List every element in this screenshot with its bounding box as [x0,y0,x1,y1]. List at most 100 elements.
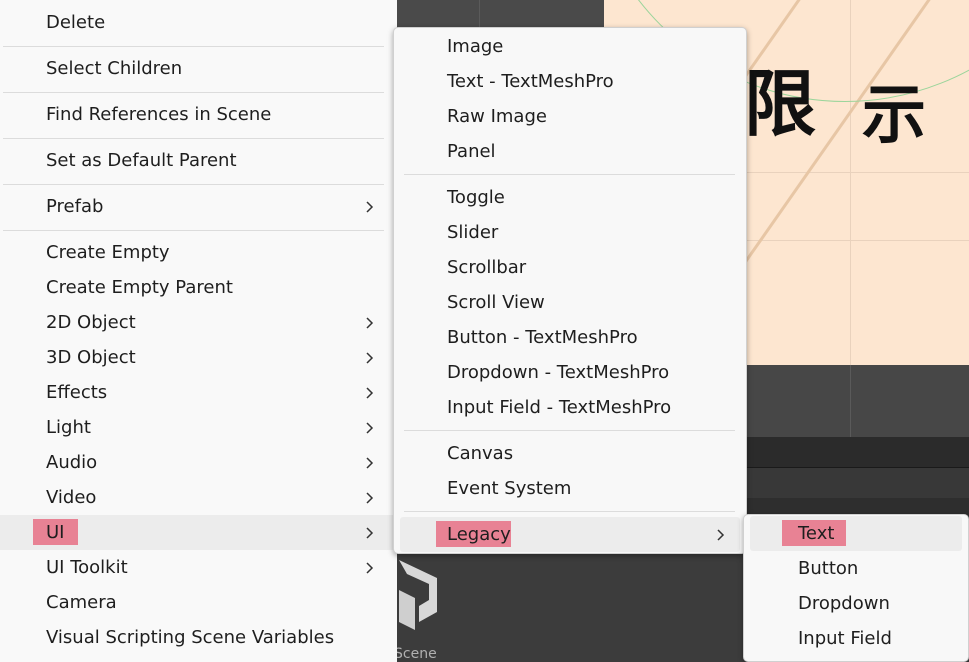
menu-item-effects[interactable]: Effects [0,375,397,410]
menu-item-3d-object[interactable]: 3D Object [0,340,397,375]
chevron-right-icon [717,517,727,552]
menu-item-slider[interactable]: Slider [394,215,746,250]
menu-item-label: Delete [46,12,106,33]
menu-item-video[interactable]: Video [0,480,397,515]
menu-item-ui[interactable]: UI [0,515,397,550]
menu-item-label: Create Empty Parent [46,277,233,298]
menu-item-label: 3D Object [46,347,136,368]
menu-item-2d-object[interactable]: 2D Object [0,305,397,340]
menu-item-label: Button [798,558,859,579]
menu-item-label: Dropdown - TextMeshPro [447,362,670,383]
menu-separator [404,511,735,512]
chevron-right-icon [366,375,376,410]
menu-item-scrollbar[interactable]: Scrollbar [394,250,746,285]
menu-item-label: Visual Scripting Scene Variables [46,627,335,648]
menu-item-create-empty[interactable]: Create Empty [0,235,397,270]
menu-item-label: Image [447,36,504,57]
menu-item-label: Set as Default Parent [46,150,237,171]
menu-item-label: Panel [447,141,496,162]
menu-separator [404,430,735,431]
menu-item-ui-toolkit[interactable]: UI Toolkit [0,550,397,585]
scene-caption: Scene [394,646,437,662]
menu-item-label: Prefab [46,196,104,217]
menu-item-label: Text [798,523,835,544]
menu-item-label: Legacy [447,524,511,545]
menu-item-legacy-button[interactable]: Button [744,551,968,586]
menu-item-label: Video [46,487,97,508]
menu-item-light[interactable]: Light [0,410,397,445]
menu-item-button-textmeshpro[interactable]: Button - TextMeshPro [394,320,746,355]
menu-item-label: Button - TextMeshPro [447,327,638,348]
chevron-right-icon [366,445,376,480]
menu-item-label: Text - TextMeshPro [447,71,614,92]
menu-item-canvas[interactable]: Canvas [394,436,746,471]
toolbar-strip [397,0,605,28]
chevron-right-icon [366,550,376,585]
menu-separator [3,92,384,93]
menu-item-visual-scripting-scene-variables[interactable]: Visual Scripting Scene Variables [0,620,397,655]
menu-item-label: Camera [46,592,117,613]
menu-item-panel[interactable]: Panel [394,134,746,169]
chevron-right-icon [366,480,376,515]
menu-item-audio[interactable]: Audio [0,445,397,480]
divider [479,0,480,28]
menu-item-camera[interactable]: Camera [0,585,397,620]
menu-separator [3,230,384,231]
menu-item-dropdown-textmeshpro[interactable]: Dropdown - TextMeshPro [394,355,746,390]
menu-item-label: Effects [46,382,108,403]
menu-item-find-references[interactable]: Find References in Scene [0,97,397,132]
chevron-right-icon [366,189,376,224]
menu-item-label: UI Toolkit [46,557,128,578]
menu-item-scroll-view[interactable]: Scroll View [394,285,746,320]
panel-toolbar [745,468,969,498]
menu-item-create-empty-parent[interactable]: Create Empty Parent [0,270,397,305]
menu-item-label: Dropdown [798,593,890,614]
menu-separator [3,46,384,47]
menu-item-label: Input Field [798,628,892,649]
chevron-right-icon [366,340,376,375]
scene-glyph: 示 [862,78,926,153]
menu-item-label: Light [46,417,91,438]
chevron-right-icon [366,305,376,340]
menu-item-label: Scroll View [447,292,545,313]
menu-item-label: 2D Object [46,312,136,333]
menu-item-text-textmeshpro[interactable]: Text - TextMeshPro [394,64,746,99]
menu-item-image[interactable]: Image [394,29,746,64]
menu-item-label: Input Field - TextMeshPro [447,397,672,418]
menu-item-label: Audio [46,452,98,473]
menu-separator [404,174,735,175]
menu-item-toggle[interactable]: Toggle [394,180,746,215]
menu-separator [3,184,384,185]
menu-item-legacy-dropdown[interactable]: Dropdown [744,586,968,621]
menu-item-label: Scrollbar [447,257,527,278]
context-menu: Delete Select Children Find References i… [0,0,397,662]
chevron-right-icon [366,410,376,445]
menu-item-delete[interactable]: Delete [0,5,397,40]
menu-item-legacy-text[interactable]: Text [750,516,962,551]
menu-item-raw-image[interactable]: Raw Image [394,99,746,134]
menu-item-legacy[interactable]: Legacy [400,517,740,552]
ui-submenu: Image Text - TextMeshPro Raw Image Panel… [393,27,747,554]
menu-item-set-default-parent[interactable]: Set as Default Parent [0,143,397,178]
menu-item-prefab[interactable]: Prefab [0,189,397,224]
menu-item-label: Find References in Scene [46,104,272,125]
menu-item-legacy-input-field[interactable]: Input Field [744,621,968,656]
menu-item-event-system[interactable]: Event System [394,471,746,506]
menu-separator [3,138,384,139]
menu-item-input-field-textmeshpro[interactable]: Input Field - TextMeshPro [394,390,746,425]
menu-item-label: Toggle [447,187,505,208]
panel-header [745,437,969,468]
menu-item-label: Event System [447,478,572,499]
menu-item-label: Select Children [46,58,183,79]
menu-item-label: UI [46,522,65,543]
unity-logo-icon [397,550,437,640]
menu-item-label: Slider [447,222,499,243]
scene-glyph: 限 [744,61,817,146]
menu-item-select-children[interactable]: Select Children [0,51,397,86]
legacy-submenu: Text Button Dropdown Input Field [743,514,969,662]
menu-item-label: Raw Image [447,106,547,127]
divider [850,365,851,437]
menu-item-label: Create Empty [46,242,170,263]
menu-item-label: Canvas [447,443,514,464]
chevron-right-icon [366,515,376,550]
